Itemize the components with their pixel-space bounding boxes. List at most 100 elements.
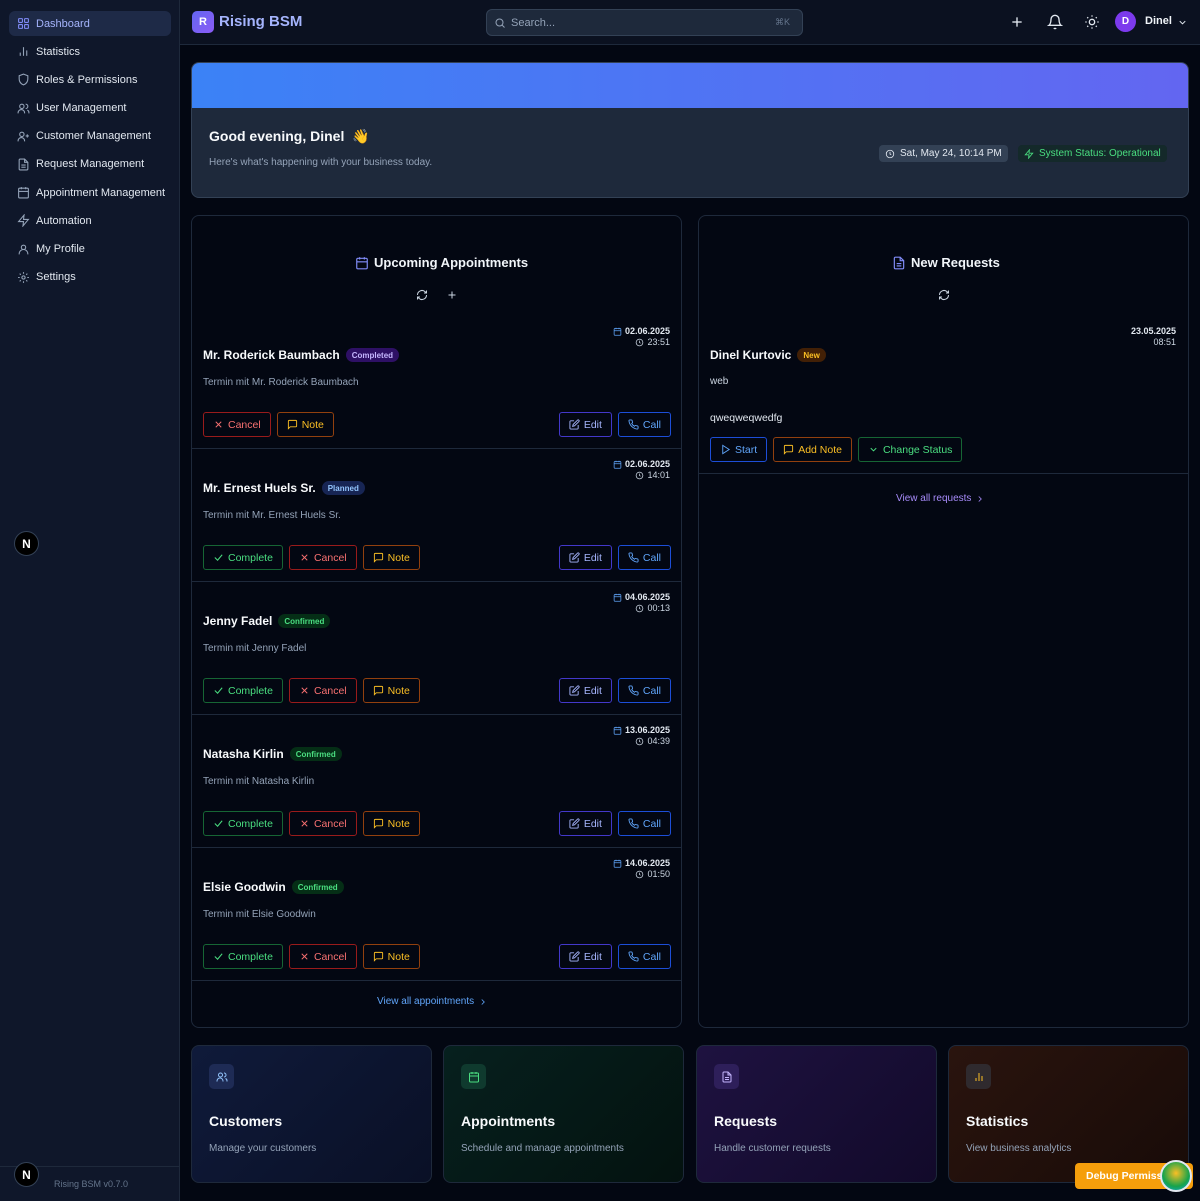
edit-button[interactable]: Edit <box>558 412 612 437</box>
message-icon <box>373 818 384 829</box>
appointment-datetime: 04.06.2025 00:13 <box>613 592 670 614</box>
sidebar-item-roles-permissions[interactable]: Roles & Permissions <box>9 67 171 92</box>
sidebar-item-user-management[interactable]: User Management <box>9 96 171 121</box>
cancel-button[interactable]: Cancel <box>288 545 357 570</box>
close-icon <box>299 552 310 563</box>
appointment-actions-right: Edit Call <box>558 944 671 969</box>
call-button[interactable]: Call <box>617 412 671 437</box>
call-label: Call <box>642 684 661 697</box>
refresh-icon[interactable] <box>938 289 950 301</box>
cancel-label: Cancel <box>313 950 347 963</box>
greeting-title: Good evening, Dinel 👋 <box>209 128 370 145</box>
complete-button[interactable]: Complete <box>203 811 283 836</box>
user-plus-icon <box>17 130 30 143</box>
tile-icon <box>209 1064 234 1089</box>
avatar[interactable]: D <box>1115 11 1136 32</box>
appointment-description: Termin mit Mr. Ernest Huels Sr. <box>203 510 341 521</box>
edit-button[interactable]: Edit <box>558 545 612 570</box>
user-name[interactable]: Dinel <box>1145 15 1172 27</box>
appointment-item[interactable]: 02.06.2025 23:51 Mr. Roderick Baumbach C… <box>192 316 682 449</box>
add-note-button[interactable]: Add Note <box>773 437 852 462</box>
cancel-button[interactable]: Cancel <box>288 944 357 969</box>
tile-title: Statistics <box>966 1113 1029 1129</box>
sidebar-item-appointment-management[interactable]: Appointment Management <box>9 180 171 205</box>
note-button[interactable]: Note <box>276 412 334 437</box>
sidebar-item-my-profile[interactable]: My Profile <box>9 237 171 262</box>
calendar-icon <box>613 327 622 336</box>
sidebar-item-customer-management[interactable]: Customer Management <box>9 124 171 149</box>
beach-avatar-icon[interactable] <box>1160 1160 1192 1192</box>
sun-icon[interactable] <box>1084 14 1100 30</box>
start-button[interactable]: Start <box>710 437 768 462</box>
edit-button[interactable]: Edit <box>558 811 612 836</box>
edit-button[interactable]: Edit <box>558 678 612 703</box>
phone-icon <box>628 818 639 829</box>
appointment-item[interactable]: 13.06.2025 04:39 Natasha Kirlin Confirme… <box>192 715 682 848</box>
sidebar-item-automation[interactable]: Automation <box>9 208 171 233</box>
plus-icon[interactable] <box>446 289 458 301</box>
call-button[interactable]: Call <box>617 545 671 570</box>
request-item[interactable]: 23.05.2025 08:51 Dinel Kurtovic New web … <box>699 316 1188 474</box>
complete-button[interactable]: Complete <box>203 944 283 969</box>
complete-label: Complete <box>228 684 273 697</box>
change-status-button[interactable]: Change Status <box>857 437 963 462</box>
phone-icon <box>628 419 639 430</box>
appointment-item[interactable]: 02.06.2025 14:01 Mr. Ernest Huels Sr. Pl… <box>192 449 682 582</box>
call-button[interactable]: Call <box>617 811 671 836</box>
zap-icon <box>1024 149 1034 159</box>
appointments-title-text: Upcoming Appointments <box>374 255 529 270</box>
plus-icon[interactable] <box>1009 14 1025 30</box>
appointment-time: 01:50 <box>613 869 670 880</box>
system-status-badge: System Status: Operational <box>1018 145 1167 162</box>
nextjs-badge-footer[interactable]: N <box>14 1162 39 1187</box>
request-message: qweqweqwedfg <box>710 412 783 424</box>
requests-tile[interactable]: Requests Handle customer requests <box>696 1045 937 1183</box>
complete-button[interactable]: Complete <box>203 545 283 570</box>
tile-title: Appointments <box>461 1113 556 1129</box>
app-logo[interactable]: R <box>192 11 214 33</box>
note-button[interactable]: Note <box>362 944 420 969</box>
customers-tile[interactable]: Customers Manage your customers <box>191 1045 432 1183</box>
brand-name[interactable]: Rising BSM <box>219 13 302 30</box>
call-button[interactable]: Call <box>617 944 671 969</box>
appointment-actions-left: Complete Cancel Note <box>203 811 426 836</box>
cancel-button[interactable]: Cancel <box>203 412 271 437</box>
complete-button[interactable]: Complete <box>203 678 283 703</box>
sidebar-item-label: Automation <box>36 214 92 227</box>
search-input[interactable]: Search... ⌘K <box>486 9 803 36</box>
appointment-item[interactable]: 04.06.2025 00:13 Jenny Fadel Confirmed T… <box>192 582 682 715</box>
cancel-button[interactable]: Cancel <box>288 811 357 836</box>
add-note-label: Add Note <box>798 443 842 456</box>
sidebar-item-request-management[interactable]: Request Management <box>9 152 171 177</box>
close-icon <box>213 419 224 430</box>
sidebar-nav: Dashboard Statistics Roles & Permissions… <box>9 11 171 293</box>
chevron-down-icon[interactable] <box>1177 17 1188 28</box>
chevron-right-icon <box>478 997 488 1007</box>
sidebar-item-settings[interactable]: Settings <box>9 265 171 290</box>
message-icon <box>373 552 384 563</box>
nextjs-badge[interactable]: N <box>14 531 39 556</box>
tile-subtitle: Schedule and manage appointments <box>461 1143 624 1154</box>
cancel-label: Cancel <box>313 551 347 564</box>
edit-icon <box>569 419 580 430</box>
refresh-icon[interactable] <box>416 289 428 301</box>
greeting-subtitle: Here's what's happening with your busine… <box>209 157 433 168</box>
appointments-tile[interactable]: Appointments Schedule and manage appoint… <box>443 1045 684 1183</box>
view-all-requests-link[interactable]: View all requests <box>896 493 985 504</box>
cancel-button[interactable]: Cancel <box>288 678 357 703</box>
view-all-appointments-link[interactable]: View all appointments <box>377 996 488 1007</box>
sidebar-item-dashboard[interactable]: Dashboard <box>9 11 171 36</box>
bell-icon[interactable] <box>1047 14 1063 30</box>
sidebar-item-statistics[interactable]: Statistics <box>9 39 171 64</box>
appointment-date: 04.06.2025 <box>613 592 670 603</box>
edit-label: Edit <box>583 551 602 564</box>
call-button[interactable]: Call <box>617 678 671 703</box>
request-source: web <box>710 376 729 387</box>
note-button[interactable]: Note <box>362 545 420 570</box>
note-button[interactable]: Note <box>362 678 420 703</box>
note-button[interactable]: Note <box>362 811 420 836</box>
request-title: Dinel Kurtovic New <box>710 348 826 362</box>
calendar-icon <box>613 460 622 469</box>
edit-button[interactable]: Edit <box>558 944 612 969</box>
appointment-item[interactable]: 14.06.2025 01:50 Elsie Goodwin Confirmed… <box>192 848 682 981</box>
